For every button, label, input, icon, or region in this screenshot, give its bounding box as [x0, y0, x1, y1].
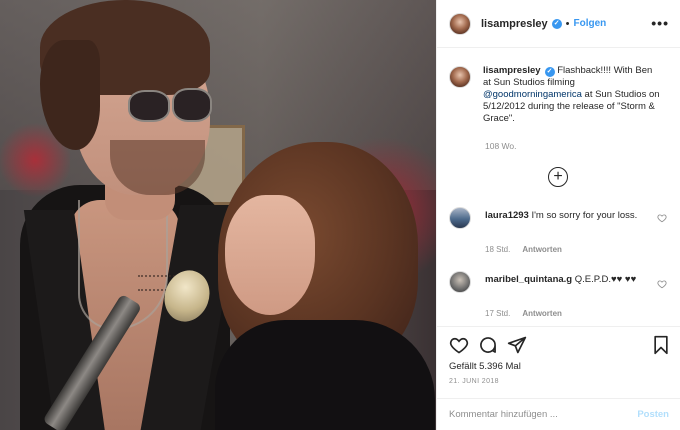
comment-body: Q.E.P.D.♥♥ ♥♥	[572, 274, 637, 285]
reply-button[interactable]: Antworten	[522, 309, 562, 318]
commenter-avatar[interactable]	[449, 271, 471, 293]
photo-sunglasses	[172, 88, 212, 122]
commenter-username[interactable]: maribel_quintana.g	[485, 274, 572, 285]
photo-woman-body	[215, 320, 435, 430]
caption-author-username[interactable]: lisampresley	[483, 65, 541, 76]
post-comment-button[interactable]: Posten	[637, 409, 669, 420]
commenter-avatar[interactable]	[449, 207, 471, 229]
caption-text: lisampresley ✓ Flashback!!!! With Ben at …	[483, 65, 661, 125]
post-caption: lisampresley ✓ Flashback!!!! With Ben at …	[449, 65, 671, 125]
add-comment-bar: Posten	[437, 398, 680, 430]
small-heart-icon[interactable]	[657, 279, 667, 289]
comment-bubble-icon[interactable]	[478, 335, 498, 355]
comment-meta: 17 Std. Antworten	[485, 309, 562, 318]
bookmark-icon[interactable]	[651, 335, 671, 355]
instagram-post: lisampresley ✓ • Folgen ••• lisampresley…	[0, 0, 680, 430]
caption-mention-link[interactable]: @goodmorningamerica	[483, 89, 582, 100]
comment-timestamp[interactable]: 18 Std.	[485, 245, 510, 254]
comment-body: I'm so sorry for your loss.	[528, 210, 638, 221]
comment-text: laura1293 I'm so sorry for your loss.	[485, 209, 647, 222]
caption-author-avatar[interactable]	[449, 66, 471, 88]
more-options-icon[interactable]: •••	[651, 15, 669, 31]
commenter-username[interactable]: laura1293	[485, 210, 529, 221]
likes-count[interactable]: Gefällt 5.396 Mal	[449, 361, 521, 372]
photo-sunglasses	[128, 90, 170, 122]
comments-list[interactable]: lisampresley ✓ Flashback!!!! With Ben at …	[437, 49, 680, 326]
caption-timestamp[interactable]: 108 Wo.	[485, 141, 517, 151]
author-avatar[interactable]	[449, 12, 471, 35]
post-header: lisampresley ✓ • Folgen •••	[437, 0, 680, 48]
comment-item: laura1293 I'm so sorry for your loss. 18…	[449, 207, 671, 263]
photo-woman-face	[225, 195, 315, 315]
post-side-panel: lisampresley ✓ • Folgen ••• lisampresley…	[436, 0, 680, 430]
comment-timestamp[interactable]: 17 Std.	[485, 309, 510, 318]
follow-button[interactable]: Folgen	[574, 18, 607, 29]
plus-circle-icon[interactable]: +	[548, 167, 568, 187]
small-heart-icon[interactable]	[657, 213, 667, 223]
comment-item: maribel_quintana.g Q.E.P.D.♥♥ ♥♥ 17 Std.…	[449, 271, 671, 326]
comment-input[interactable]	[449, 409, 638, 420]
verified-badge-icon: ✓	[544, 67, 555, 77]
heart-icon[interactable]	[449, 335, 469, 355]
header-separator: •	[565, 17, 570, 30]
author-username[interactable]: lisampresley	[481, 18, 548, 30]
comment-text: maribel_quintana.g Q.E.P.D.♥♥ ♥♥	[485, 273, 647, 286]
comment-meta: 18 Std. Antworten	[485, 245, 562, 254]
post-photo[interactable]	[0, 0, 436, 430]
verified-badge-icon: ✓	[551, 18, 562, 29]
post-date[interactable]: 21. JUNI 2018	[449, 378, 499, 385]
paper-plane-icon[interactable]	[507, 335, 527, 355]
reply-button[interactable]: Antworten	[522, 245, 562, 254]
